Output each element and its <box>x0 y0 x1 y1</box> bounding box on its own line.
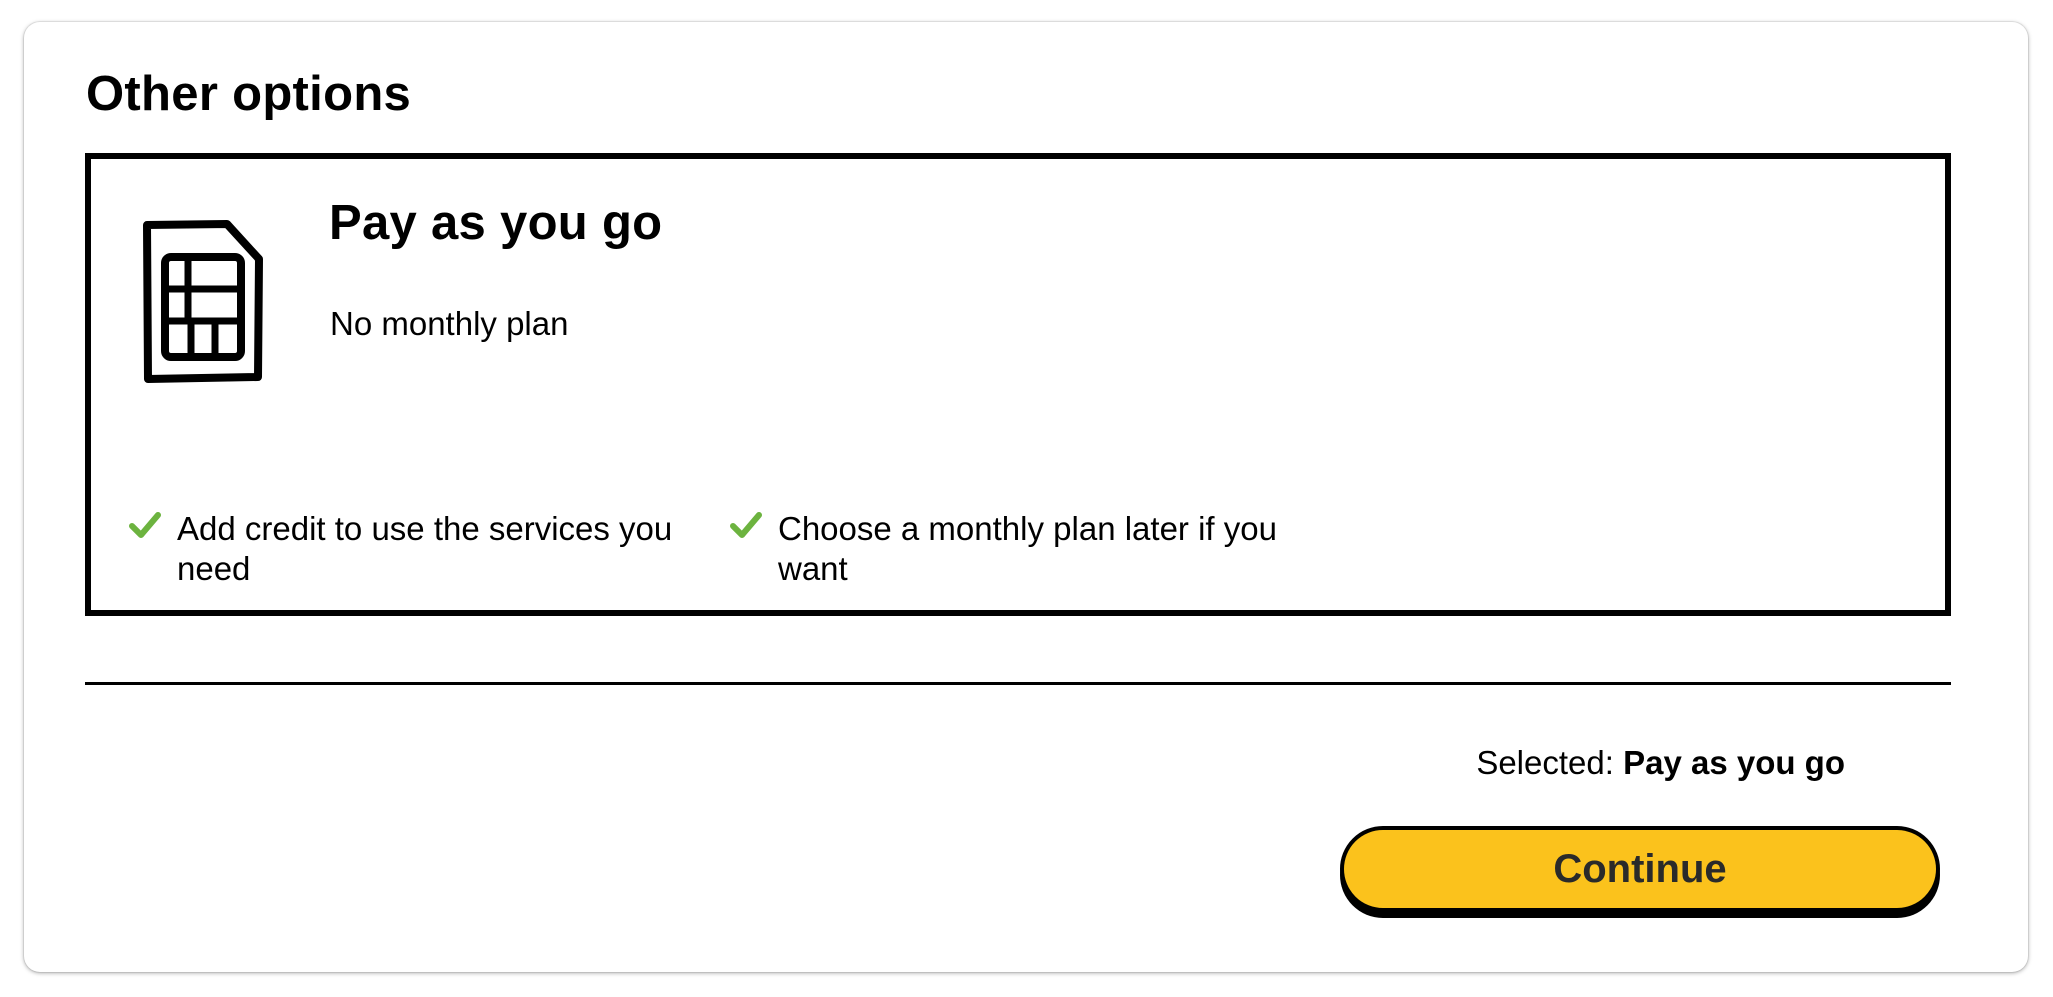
checkmark-icon <box>730 511 762 539</box>
feature-item: Choose a monthly plan later if you want <box>730 509 1318 589</box>
feature-item: Add credit to use the services you need <box>129 509 717 589</box>
sim-card-icon <box>139 217 265 385</box>
selected-label: Selected: <box>1476 744 1614 781</box>
other-options-panel: Other options Pay as you go No monthly p… <box>24 22 2028 972</box>
divider <box>85 682 1951 685</box>
plan-card-pay-as-you-go[interactable]: Pay as you go No monthly plan Add credit… <box>85 153 1951 616</box>
feature-text: Add credit to use the services you need <box>177 510 673 587</box>
section-title: Other options <box>86 67 412 121</box>
selected-value: Pay as you go <box>1623 744 1845 781</box>
selected-summary: Selected: Pay as you go <box>1476 744 1845 782</box>
plan-subtitle: No monthly plan <box>330 305 569 342</box>
continue-button[interactable]: Continue <box>1340 826 1940 912</box>
checkmark-icon <box>129 511 161 539</box>
feature-text: Choose a monthly plan later if you want <box>778 510 1277 587</box>
plan-name: Pay as you go <box>329 196 663 250</box>
